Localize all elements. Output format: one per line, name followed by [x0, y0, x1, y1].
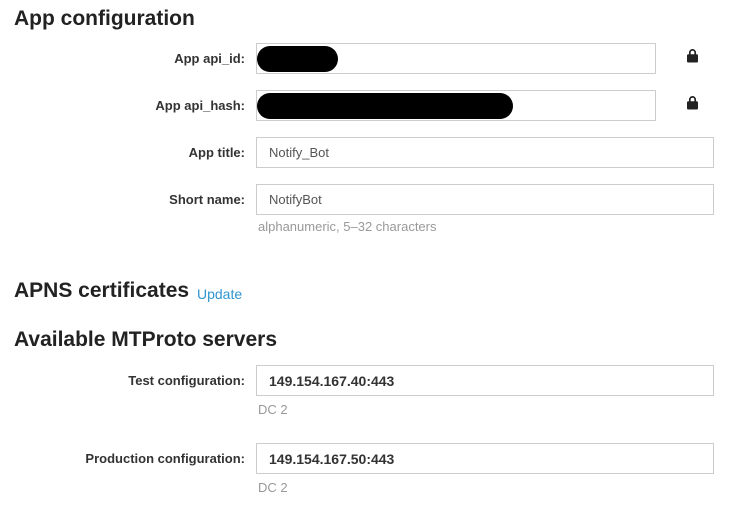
form-row-production-configuration: Production configuration: — [0, 443, 752, 474]
production-configuration-label: Production configuration: — [0, 443, 245, 474]
section-heading-apns-certificates: APNS certificates — [14, 279, 189, 303]
apns-update-link[interactable]: Update — [197, 286, 242, 302]
short-name-input[interactable] — [256, 184, 714, 215]
form-row-test-configuration: Test configuration: — [0, 365, 752, 396]
page-title: App configuration — [14, 7, 195, 31]
api-id-label: App api_id: — [0, 43, 245, 74]
lock-icon — [686, 95, 699, 110]
short-name-label: Short name: — [0, 184, 245, 215]
api-hash-label: App api_hash: — [0, 90, 245, 121]
test-configuration-input[interactable] — [256, 365, 714, 396]
short-name-helper-text: alphanumeric, 5–32 characters — [258, 219, 437, 234]
api-id-redaction-overlay — [257, 46, 338, 72]
production-configuration-input[interactable] — [256, 443, 714, 474]
production-configuration-dc-text: DC 2 — [258, 480, 288, 495]
lock-icon — [686, 48, 699, 63]
app-configuration-page: App configuration App api_id: App api_ha… — [0, 0, 752, 506]
app-title-label: App title: — [0, 137, 245, 168]
section-heading-mtproto-servers: Available MTProto servers — [14, 328, 277, 352]
form-row-app-title: App title: — [0, 137, 752, 168]
form-row-short-name: Short name: — [0, 184, 752, 215]
app-title-input[interactable] — [256, 137, 714, 168]
api-hash-redaction-overlay — [257, 93, 513, 119]
test-configuration-label: Test configuration: — [0, 365, 245, 396]
form-row-api-id: App api_id: — [0, 43, 752, 74]
test-configuration-dc-text: DC 2 — [258, 402, 288, 417]
